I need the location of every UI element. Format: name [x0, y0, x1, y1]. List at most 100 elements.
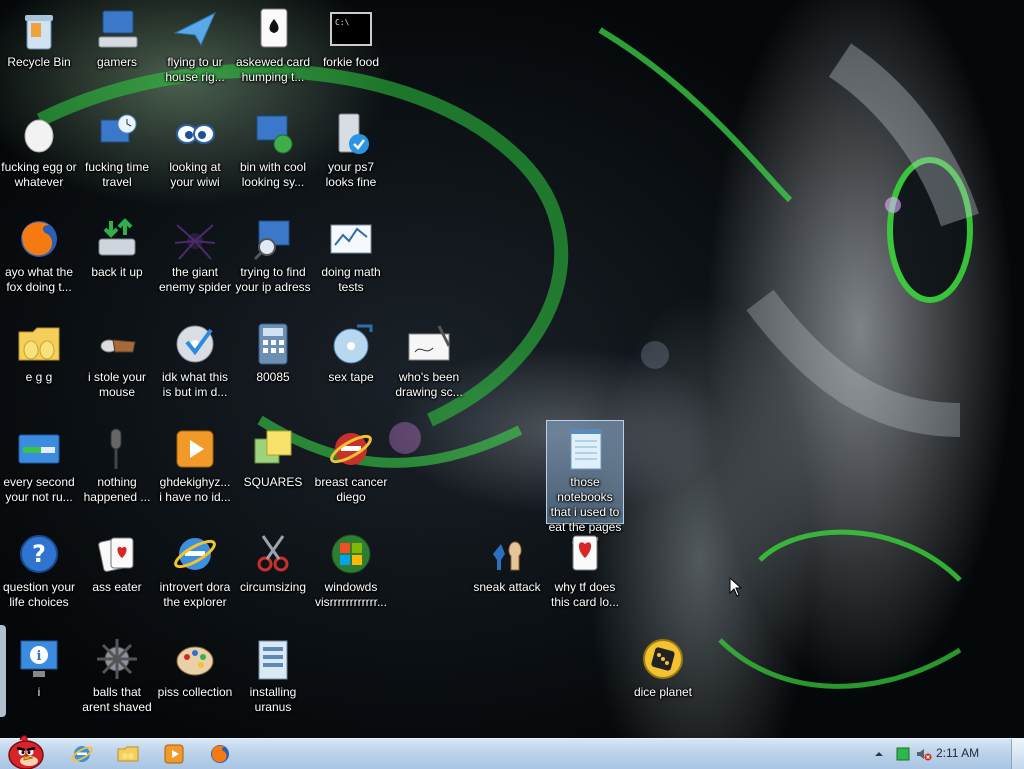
desktop-icon-label: piss collection [157, 685, 233, 699]
desktop-icon-label: introvert dora the explorer [159, 580, 231, 609]
taskbar: 2:11 AM [0, 735, 1024, 769]
desktop-icon[interactable]: idk what this is but im d... [156, 315, 234, 419]
window-progress-icon [18, 434, 60, 464]
math-chart-icon [330, 224, 372, 254]
desktop-icon-label: flying to ur house rig... [165, 55, 225, 84]
network-icon[interactable] [896, 747, 910, 761]
drawing-pad-icon [408, 325, 451, 361]
desktop-icon-label: sex tape [328, 370, 374, 384]
desktop-icon[interactable]: your ps7 looks fine [312, 105, 390, 209]
desktop-icon[interactable]: ayo what the fox doing t... [0, 210, 78, 314]
desktop-icon[interactable]: C:\ forkie food [312, 0, 390, 104]
info-computer-icon: i [20, 640, 58, 677]
desktop[interactable]: Recycle Bin gamers flying to ur house rig.… [0, 0, 1024, 738]
left-edge-tab[interactable] [0, 625, 6, 717]
chevron-up-icon[interactable] [874, 749, 884, 759]
desktop-icon-label: sneak attack [473, 580, 541, 594]
computer-keyboard-icon [98, 10, 138, 48]
desktop-icon[interactable]: flying to ur house rig... [156, 0, 234, 104]
desktop-icon[interactable]: fucking time travel [78, 105, 156, 209]
angry-bird-start-icon [8, 735, 44, 769]
desktop-icon[interactable]: trying to find your ip adress [234, 210, 312, 314]
cards-icon [98, 537, 134, 572]
desktop-icon-label: SQUARES [243, 475, 303, 489]
desktop-icon[interactable]: e g g [0, 315, 78, 419]
desktop-icon[interactable]: introvert dora the explorer [156, 525, 234, 629]
start-button[interactable] [2, 731, 50, 769]
desktop-icon[interactable]: circumsizing [234, 525, 312, 629]
desktop-icon[interactable]: i stole your mouse [78, 315, 156, 419]
desktop-icon[interactable]: bin with cool looking sy... [234, 105, 312, 209]
desktop-icon-label: Recycle Bin [7, 55, 71, 69]
desktop-icon-label: i [37, 685, 41, 699]
internet-explorer-red-icon [330, 433, 372, 465]
desktop-icon-label: ass eater [92, 580, 142, 594]
desktop-icon[interactable]: doing math tests [312, 210, 390, 314]
search-computer-icon [253, 220, 290, 261]
desktop-icon[interactable]: piss collection [156, 630, 234, 734]
clock-computer-icon [100, 114, 137, 143]
desktop-icon-label: every second your not ru... [3, 475, 75, 504]
recycle-bin-icon [25, 15, 53, 50]
desktop-icon[interactable]: balls that arent shaved [78, 630, 156, 734]
desktop-icon[interactable]: every second your not ru... [0, 420, 78, 524]
taskbar-internet-explorer-button[interactable] [70, 742, 94, 766]
media-player-icon [176, 430, 214, 468]
help-question-icon: ? [20, 535, 58, 573]
desktop-icon[interactable]: askewed card humping t... [234, 0, 312, 104]
show-desktop-button[interactable] [1011, 739, 1024, 769]
desktop-icon[interactable]: SQUARES [234, 420, 312, 524]
desktop-icon[interactable]: gamers [78, 0, 156, 104]
desktop-icon[interactable]: looking at your wiwi [156, 105, 234, 209]
desktop-icon[interactable]: nothing happened ... [78, 420, 156, 524]
desktop-icon[interactable]: installing uranus [234, 630, 312, 734]
desktop-icon-label: ghdekighyz... i have no id... [159, 475, 231, 504]
desktop-icon-label: ayo what the fox doing t... [4, 265, 74, 294]
taskbar-firefox-button[interactable] [208, 742, 232, 766]
desktop-icon-label: windowds visrrrrrrrrrrrr... [315, 580, 387, 609]
sticky-notes-icon [254, 430, 292, 464]
spider-icon [174, 224, 216, 260]
desktop-icon[interactable]: why tf does this card lo... [546, 525, 624, 629]
desktop-icon[interactable]: Recycle Bin [0, 0, 78, 104]
taskbar-media-player-button[interactable] [162, 742, 186, 766]
desktop-icon[interactable]: ii [0, 630, 78, 734]
desktop-icon[interactable]: those notebooks that i used to eat the p… [546, 420, 624, 549]
mouse-cursor-icon [729, 577, 743, 597]
desktop-icon-label: circumsizing [239, 580, 306, 594]
desktop-icon[interactable]: sneak attack [468, 525, 546, 629]
command-prompt-icon: C:\ [330, 12, 372, 46]
taskbar-explorer-button[interactable] [116, 742, 140, 766]
egg-icon [24, 119, 54, 153]
microphone-icon [110, 428, 122, 469]
hand-mouse-icon [100, 339, 136, 353]
desktop-icon[interactable]: ? question your life choices [0, 525, 78, 629]
desktop-icon[interactable]: fucking egg or whatever [0, 105, 78, 209]
desktop-icon-label: gamers [96, 55, 137, 69]
desktop-icon-label: your ps7 looks fine [325, 160, 377, 189]
desktop-icon[interactable]: sex tape [312, 315, 390, 419]
desktop-icon-label: forkie food [322, 55, 380, 69]
installer-icon [258, 640, 288, 680]
desktop-icon-label: askewed card humping t... [235, 55, 311, 84]
desktop-icon[interactable]: the giant enemy spider [156, 210, 234, 314]
desktop-icon[interactable]: windowds visrrrrrrrrrrrr... [312, 525, 390, 629]
desktop-icon[interactable]: ass eater [78, 525, 156, 629]
desktop-icon[interactable]: dice planet [624, 630, 702, 734]
desktop-icon[interactable]: breast cancer diego [312, 420, 390, 524]
paint-palette-icon [176, 646, 214, 676]
clock[interactable]: 2:11 AM [936, 746, 979, 760]
drive-check-icon [338, 113, 369, 154]
desktop-icon[interactable]: back it up [78, 210, 156, 314]
windows-logo-icon [331, 534, 371, 574]
internet-explorer-icon [174, 538, 216, 570]
desktop-icon[interactable]: ghdekighyz... i have no id... [156, 420, 234, 524]
desktop-icon-label: fucking time travel [84, 160, 150, 189]
eyes-icon [176, 124, 215, 144]
desktop-icon[interactable]: 80085 [234, 315, 312, 419]
media-disc-icon [333, 324, 373, 364]
scissors-icon [257, 535, 289, 572]
volume-muted-icon[interactable] [916, 747, 932, 761]
firefox-icon [211, 745, 229, 763]
desktop-icon[interactable]: who's been drawing sc... [390, 315, 468, 419]
